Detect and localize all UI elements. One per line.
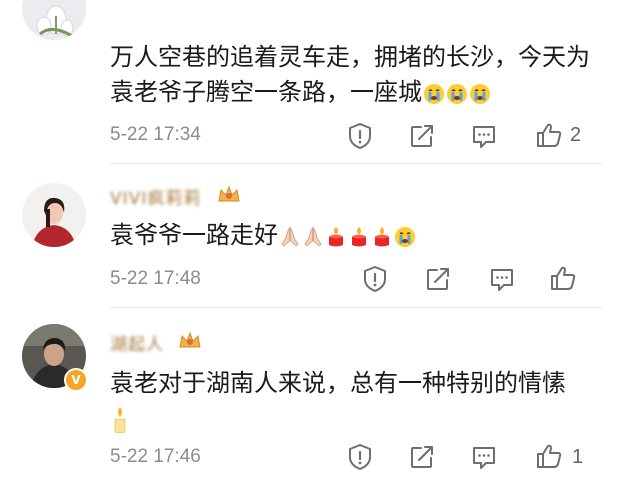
username[interactable]: VIVI疯莉莉: [110, 184, 201, 209]
candle-emoji-icon: [352, 226, 366, 246]
comment-timestamp: 5-22 17:46: [110, 446, 201, 467]
report-button[interactable]: [358, 262, 392, 296]
avatar[interactable]: [22, 183, 86, 247]
report-button[interactable]: [343, 440, 377, 474]
praying-hands-emoji-icon: [304, 226, 322, 247]
avatar[interactable]: [22, 0, 86, 40]
shield-exclamation-icon: [349, 123, 371, 149]
like-button[interactable]: [532, 118, 566, 152]
comment-timestamp: 5-22 17:48: [110, 268, 201, 289]
comment-item: VIVI疯莉莉 袁爷爷一路走好 5-22 17:48: [0, 164, 624, 308]
comment-content: 袁爷爷一路走好: [110, 218, 595, 254]
shield-exclamation-icon: [349, 444, 371, 470]
comment-bubble-icon: [473, 447, 495, 469]
praying-hands-emoji-icon: [281, 226, 299, 247]
reply-button[interactable]: [467, 440, 501, 474]
verified-badge-icon: V: [64, 368, 88, 392]
share-arrow-icon: [427, 268, 449, 290]
share-button[interactable]: [421, 262, 455, 296]
share-button[interactable]: [405, 119, 439, 153]
comment-list: 万人空巷的追着灵车走，拥堵的长沙，今天为袁老爷子腾空一条路，一座城 5-22 1…: [0, 0, 624, 477]
emoji-group: [422, 76, 491, 111]
like-count: 1: [572, 446, 584, 468]
thumbs-up-icon: [537, 123, 562, 147]
share-arrow-icon: [411, 446, 433, 468]
username[interactable]: 湖起人: [110, 330, 164, 355]
shield-exclamation-icon: [364, 266, 386, 292]
level-crown-icon: [218, 185, 240, 202]
comment-item: V 湖起人 袁老对于湖南人来说，总有一种特别的情愫 5-22 17:46 1: [0, 308, 624, 477]
crying-emoji-icon: [447, 83, 467, 104]
report-button[interactable]: [343, 119, 377, 153]
emoji-group: [278, 219, 416, 254]
crying-emoji-icon: [395, 226, 415, 247]
reply-button[interactable]: [485, 262, 519, 296]
comment-bubble-icon: [491, 269, 513, 291]
thumbs-up-icon: [537, 444, 562, 468]
like-button[interactable]: [546, 261, 580, 295]
thumbs-up-icon: [551, 266, 576, 290]
emoji-group: [110, 402, 129, 437]
crying-emoji-icon: [470, 83, 490, 104]
reply-button[interactable]: [467, 119, 501, 153]
candle-emoji-icon: [114, 406, 126, 433]
share-button[interactable]: [405, 440, 439, 474]
comment-content: 袁老对于湖南人来说，总有一种特别的情愫: [110, 366, 595, 437]
crying-emoji-icon: [424, 83, 444, 104]
comment-content: 万人空巷的追着灵车走，拥堵的长沙，今天为袁老爷子腾空一条路，一座城: [110, 40, 595, 111]
level-crown-icon: [179, 331, 201, 348]
comment-bubble-icon: [473, 126, 495, 148]
candle-emoji-icon: [329, 226, 343, 246]
comment-timestamp: 5-22 17:34: [110, 124, 201, 145]
like-count: 2: [570, 124, 582, 146]
candle-emoji-icon: [375, 226, 389, 246]
like-button[interactable]: [532, 439, 566, 473]
comment-item: 万人空巷的追着灵车走，拥堵的长沙，今天为袁老爷子腾空一条路，一座城 5-22 1…: [0, 0, 624, 160]
share-arrow-icon: [411, 125, 433, 147]
